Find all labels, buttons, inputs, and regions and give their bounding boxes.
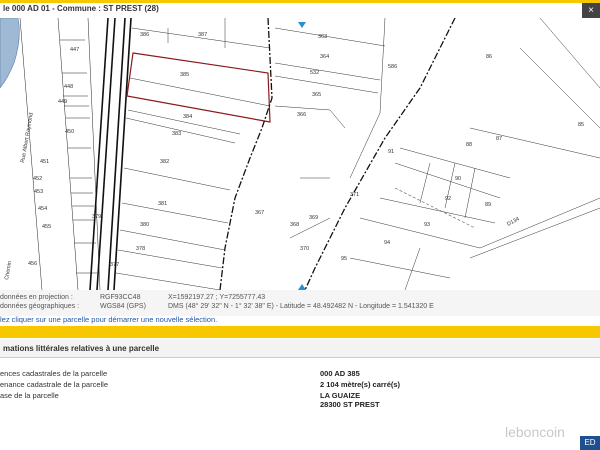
geo-system: WGS84 (GPS) <box>100 303 146 310</box>
parcel-number-363[interactable]: 363 <box>318 34 327 40</box>
parcel-number-450[interactable]: 450 <box>65 129 74 135</box>
parcel-number-451[interactable]: 451 <box>40 159 49 165</box>
row-label-area: enance cadastrale de la parcelle <box>0 380 108 389</box>
parcel-number-364[interactable]: 364 <box>320 54 329 60</box>
parcel-number-387[interactable]: 387 <box>198 32 207 38</box>
parcel-number-379[interactable]: 379 <box>92 214 101 220</box>
parcel-number-87[interactable]: 87 <box>496 136 502 142</box>
selection-hint: lez cliquer sur une parcelle pour démarr… <box>0 315 218 324</box>
row-label-reference: ences cadastrales de la parcelle <box>0 369 108 378</box>
coords-panel: données en projection : RGF93CC48 X=1592… <box>0 290 600 316</box>
parcel-number-382[interactable]: 382 <box>160 159 169 165</box>
parcel-number-453[interactable]: 453 <box>34 189 43 195</box>
proj-system: RGF93CC48 <box>100 294 141 301</box>
parcel-number-385[interactable]: 385 <box>180 72 189 78</box>
parcel-number-383[interactable]: 383 <box>172 131 181 137</box>
parcel-number-381[interactable]: 381 <box>158 201 167 207</box>
parcel-number-365[interactable]: 365 <box>312 92 321 98</box>
parcel-number-586[interactable]: 586 <box>388 64 397 70</box>
parcel-number-447[interactable]: 447 <box>70 47 79 53</box>
parcel-number-88[interactable]: 88 <box>466 142 472 148</box>
parcel-number-384[interactable]: 384 <box>183 114 192 120</box>
parcel-number-92[interactable]: 92 <box>445 196 451 202</box>
parcel-number-371[interactable]: 371 <box>350 192 359 198</box>
row-label-address: ase de la parcelle <box>0 391 59 400</box>
parcel-number-368[interactable]: 368 <box>290 222 299 228</box>
parcel-number-90[interactable]: 90 <box>455 176 461 182</box>
close-button[interactable]: × <box>582 3 600 18</box>
window-title: le 000 AD 01 - Commune : ST PREST (28) <box>3 4 159 13</box>
parcel-number-377[interactable]: 377 <box>110 262 119 268</box>
leboncoin-watermark: leboncoin <box>505 424 565 440</box>
parcel-number-91[interactable]: 91 <box>388 149 394 155</box>
row-value-address: LA GUAIZE <box>320 391 361 400</box>
parcel-number-532[interactable]: 532 <box>310 70 319 76</box>
separator-bar <box>0 326 600 338</box>
parcel-number-95[interactable]: 95 <box>341 256 347 262</box>
parcel-number-454[interactable]: 454 <box>38 206 47 212</box>
parcel-number-378[interactable]: 378 <box>136 246 145 252</box>
parcel-number-455[interactable]: 455 <box>42 224 51 230</box>
geo-label: données géographiques : <box>0 303 80 310</box>
street-label-2: Chemin <box>4 261 13 281</box>
parcel-number-456[interactable]: 456 <box>28 261 37 267</box>
parcel-number-380[interactable]: 380 <box>140 222 149 228</box>
cadastral-map[interactable]: Rue Albert Raymond Chemin D134 447 448 449… <box>0 18 600 290</box>
water-area <box>0 18 20 89</box>
proj-value: X=1592197.27 ; Y=7255777.43 <box>168 294 266 301</box>
parcel-number-85[interactable]: 85 <box>578 122 584 128</box>
parcel-number-452[interactable]: 452 <box>33 176 42 182</box>
section-title: mations littérales relatives à une parce… <box>3 344 160 353</box>
parcel-number-94[interactable]: 94 <box>384 240 390 246</box>
proj-label: données en projection : <box>0 294 73 301</box>
street-label: Rue Albert Raymond <box>20 112 35 163</box>
row-value-address-2: 28300 ST PREST <box>320 400 380 409</box>
section-header: mations littérales relatives à une parce… <box>0 339 600 358</box>
parcel-number-89[interactable]: 89 <box>485 202 491 208</box>
parcel-number-386[interactable]: 386 <box>140 32 149 38</box>
geo-value: DMS (48° 29' 32" N - 1° 32' 38" E) - Lat… <box>168 303 434 310</box>
parcel-number-370[interactable]: 370 <box>300 246 309 252</box>
parcel-number-366[interactable]: 366 <box>297 112 306 118</box>
nav-arrow-up <box>298 22 306 28</box>
parcel-number-369[interactable]: 369 <box>309 215 318 221</box>
selected-parcel-385 <box>126 52 271 123</box>
road-label: D134 <box>506 216 520 227</box>
parcel-number-449[interactable]: 449 <box>58 99 67 105</box>
parcel-number-93[interactable]: 93 <box>424 222 430 228</box>
row-value-area: 2 104 mètre(s) carré(s) <box>320 380 401 389</box>
edit-button[interactable]: ED <box>580 436 600 450</box>
parcel-number-367[interactable]: 367 <box>255 210 264 216</box>
row-value-reference: 000 AD 385 <box>320 369 360 378</box>
parcel-number-448[interactable]: 448 <box>64 84 73 90</box>
parcel-number-86[interactable]: 86 <box>486 54 492 60</box>
